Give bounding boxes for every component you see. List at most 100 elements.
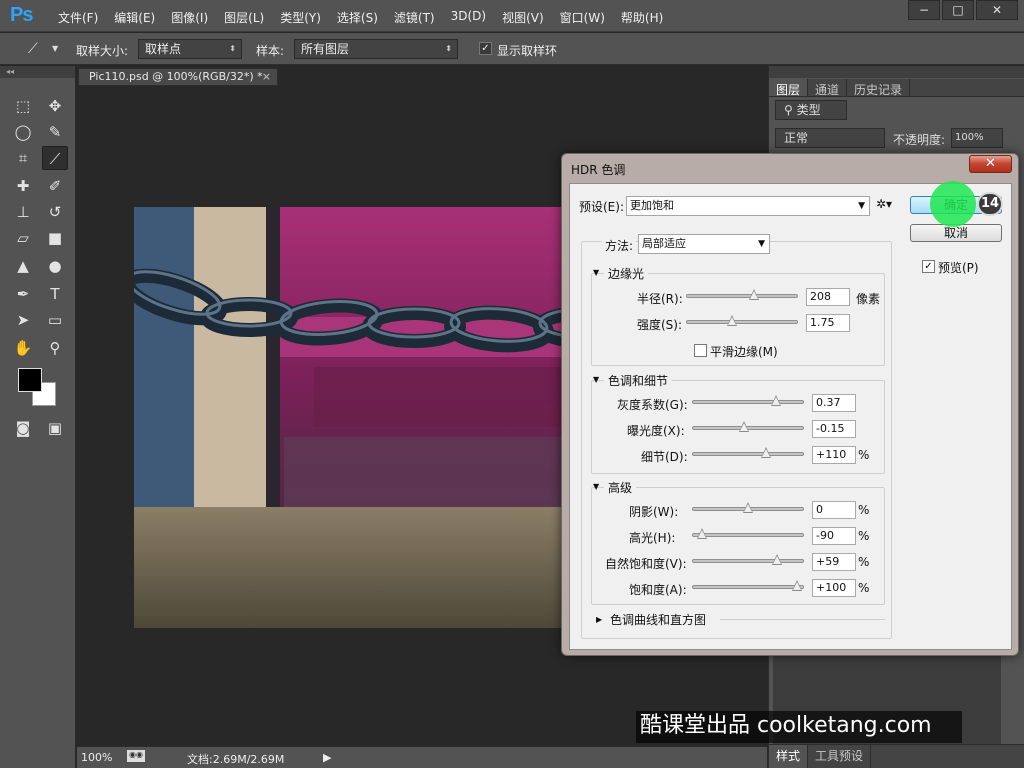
smooth-edges-checkbox[interactable] [694, 344, 707, 357]
menu-layer[interactable]: 图层(L) [216, 9, 272, 26]
toolbox-collapse-icon[interactable]: ◂◂ [0, 66, 75, 78]
highlight-field[interactable]: -90 [812, 527, 856, 545]
tab-layers[interactable]: 图层 [769, 79, 809, 97]
opacity-value: 100% [955, 132, 984, 143]
crop-tool-icon[interactable]: ⌗ [10, 146, 36, 170]
radius-slider[interactable] [686, 289, 798, 300]
menu-3d[interactable]: 3D(D) [443, 9, 494, 26]
slider-thumb[interactable] [771, 395, 781, 406]
menu-type[interactable]: 类型(Y) [272, 9, 329, 26]
pen-tool-icon[interactable]: ✒ [10, 282, 36, 306]
marquee-tool-icon[interactable]: ⬚ [10, 94, 36, 118]
move-tool-icon[interactable]: ✥ [42, 94, 68, 118]
eraser-tool-icon[interactable]: ▱ [10, 226, 36, 250]
rectangle-tool-icon[interactable]: ▭ [42, 308, 68, 332]
vibrance-field[interactable]: +59 [812, 553, 856, 571]
strength-slider[interactable] [686, 315, 798, 326]
show-ring-checkbox[interactable]: ✓ [479, 42, 492, 55]
slider-thumb[interactable] [772, 554, 782, 565]
close-window-button[interactable]: ✕ [976, 0, 1018, 20]
menu-view[interactable]: 视图(V) [494, 9, 552, 26]
collapse-icon[interactable]: ▼ [593, 482, 599, 491]
toolbox: ◂◂ ⬚ ✥ ◯ ✎ ⌗ ⟋ ✚ ✐ ⊥ ↺ ▱ ■ ▲ ● ✒ T ➤ ▭ ✋… [0, 66, 76, 768]
saturation-field[interactable]: +100 [812, 579, 856, 597]
gradient-tool-icon[interactable]: ■ [42, 226, 68, 250]
zoom-tool-icon[interactable]: ⚲ [42, 336, 68, 360]
clone-stamp-tool-icon[interactable]: ⊥ [10, 200, 36, 224]
slider-thumb[interactable] [739, 421, 749, 432]
type-tool-icon[interactable]: T [42, 282, 68, 306]
collapse-icon[interactable]: ▼ [593, 375, 599, 384]
quick-selection-tool-icon[interactable]: ✎ [42, 120, 68, 144]
detail-unit: % [858, 448, 870, 462]
sample-select[interactable]: 所有图层 ⬍ [294, 39, 458, 59]
curve-section-title[interactable]: 色调曲线和直方图 [610, 611, 706, 628]
tool-preset-arrow-icon[interactable]: ▼ [52, 44, 58, 53]
eyedropper-tool-icon[interactable]: ⟋ [42, 146, 68, 170]
status-options-icon[interactable]: ◉◉ [127, 750, 145, 762]
detail-slider[interactable] [692, 447, 804, 458]
method-select[interactable]: 局部适应 ▼ [638, 234, 770, 254]
quick-mask-icon[interactable]: ◙ [10, 416, 36, 440]
radius-field[interactable]: 208 [806, 288, 850, 306]
opacity-field[interactable]: 100% [951, 128, 1003, 148]
zoom-level[interactable]: 100% [81, 751, 112, 764]
gamma-slider[interactable] [692, 395, 804, 406]
gamma-field[interactable]: 0.37 [812, 394, 856, 412]
eyedropper-icon[interactable]: ⟋ [28, 41, 38, 57]
preview-checkbox[interactable]: ✓ [922, 260, 935, 273]
slider-thumb[interactable] [761, 447, 771, 458]
dodge-tool-icon[interactable]: ● [42, 254, 68, 278]
blur-tool-icon[interactable]: ▲ [10, 254, 36, 278]
menu-edit[interactable]: 编辑(E) [106, 9, 163, 26]
exposure-label: 曝光度(X): [627, 424, 685, 438]
detail-field[interactable]: +110 [812, 446, 856, 464]
exposure-field[interactable]: -0.15 [812, 420, 856, 438]
tab-styles[interactable]: 样式 [769, 745, 809, 768]
gear-icon[interactable]: ✲▾ [876, 197, 892, 211]
path-selection-tool-icon[interactable]: ➤ [10, 308, 36, 332]
sample-size-select[interactable]: 取样点 ⬍ [138, 39, 242, 59]
menu-help[interactable]: 帮助(H) [613, 9, 671, 26]
shadow-field[interactable]: 0 [812, 501, 856, 519]
tab-channels[interactable]: 通道 [808, 79, 848, 97]
menu-select[interactable]: 选择(S) [329, 9, 386, 26]
panel-collapse-icon[interactable] [769, 66, 1024, 78]
maximize-button[interactable]: □ [942, 0, 974, 20]
minimize-button[interactable]: − [908, 0, 940, 20]
lasso-tool-icon[interactable]: ◯ [10, 120, 36, 144]
expand-icon[interactable]: ▶ [596, 615, 602, 624]
preset-select[interactable]: 更加饱和 ▼ [626, 196, 870, 216]
menu-file[interactable]: 文件(F) [50, 9, 106, 26]
menu-window[interactable]: 窗口(W) [552, 9, 613, 26]
close-tab-icon[interactable]: × [262, 69, 271, 85]
collapse-icon[interactable]: ▼ [593, 268, 599, 277]
document-tab[interactable]: Pic110.psd @ 100%(RGB/32*) * × [78, 68, 278, 86]
healing-brush-tool-icon[interactable]: ✚ [10, 174, 36, 198]
blend-mode-value: 正常 [784, 131, 809, 145]
slider-thumb[interactable] [792, 580, 802, 591]
menu-image[interactable]: 图像(I) [163, 9, 216, 26]
slider-thumb[interactable] [743, 502, 753, 513]
tab-history[interactable]: 历史记录 [847, 79, 911, 97]
menu-filter[interactable]: 滤镜(T) [386, 9, 443, 26]
highlight-slider[interactable] [692, 528, 804, 539]
blend-mode-select[interactable]: 正常 [775, 128, 885, 148]
hand-tool-icon[interactable]: ✋ [10, 336, 36, 360]
exposure-slider[interactable] [692, 421, 804, 432]
saturation-slider[interactable] [692, 580, 804, 591]
shadow-slider[interactable] [692, 502, 804, 513]
slider-thumb[interactable] [749, 289, 759, 300]
layer-filter-select[interactable]: ⚲ 类型 [775, 100, 847, 120]
screen-mode-icon[interactable]: ▣ [42, 416, 68, 440]
tab-tool-presets[interactable]: 工具预设 [808, 745, 872, 768]
history-brush-tool-icon[interactable]: ↺ [42, 200, 68, 224]
strength-field[interactable]: 1.75 [806, 314, 850, 332]
foreground-color-swatch[interactable] [18, 368, 42, 392]
vibrance-slider[interactable] [692, 554, 804, 565]
status-menu-arrow-icon[interactable]: ▶ [323, 751, 331, 764]
slider-thumb[interactable] [697, 528, 707, 539]
slider-thumb[interactable] [727, 315, 737, 326]
brush-tool-icon[interactable]: ✐ [42, 174, 68, 198]
dialog-close-button[interactable]: ✕ [969, 155, 1012, 173]
